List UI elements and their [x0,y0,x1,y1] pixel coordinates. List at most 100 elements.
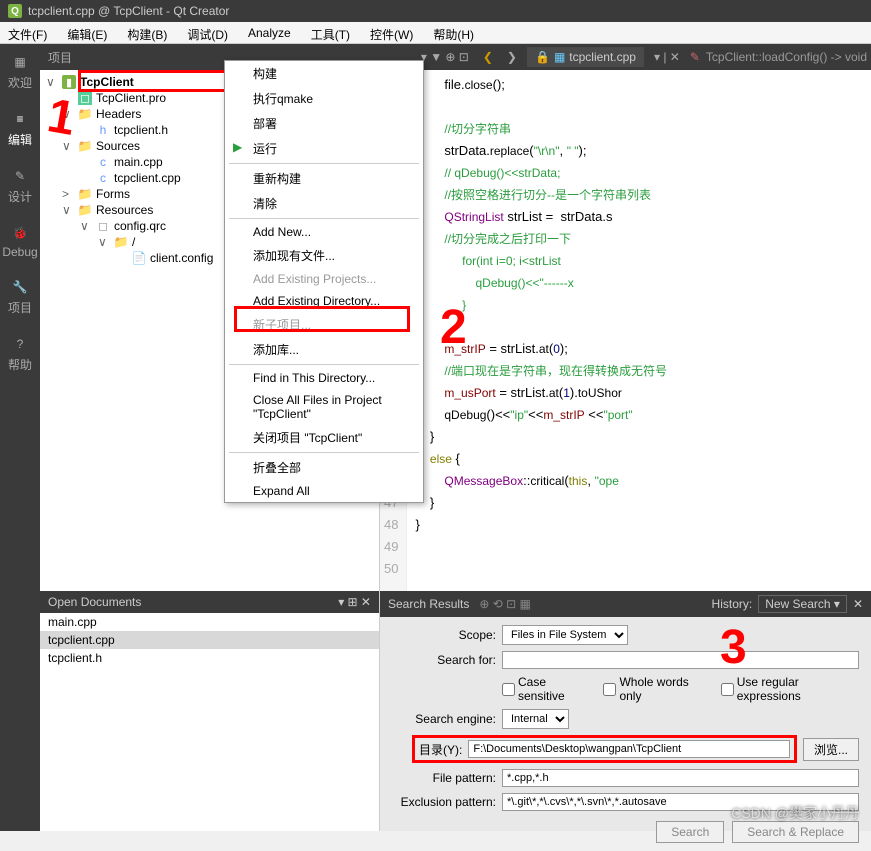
open-docs-list: main.cpptcpclient.cpptcpclient.h [40,613,379,831]
search-button[interactable]: Search [656,821,724,843]
sidebar-item-help[interactable]: ?帮助 [8,334,32,373]
context-menu-item[interactable]: 折叠全部 [225,455,423,480]
code-editor[interactable]: 44454647484950 file.close(); //切分字符串 str… [380,70,871,591]
open-docs-header: Open Documents ▾ ⊞ ✕ [40,591,379,613]
menu-item[interactable]: 工具(T) [307,24,354,41]
project-icon: 🔧 [10,277,30,297]
code-area[interactable]: file.close(); //切分字符串 strData.replace("\… [407,70,675,591]
context-menu-item[interactable]: 重新构建 [225,166,423,191]
tree-label: Sources [96,139,140,153]
history-select[interactable]: New Search ▾ [758,595,847,613]
context-menu-item[interactable]: Add New... [225,221,423,243]
play-icon: ▶ [233,140,242,154]
open-documents-panel: Open Documents ▾ ⊞ ✕ main.cpptcpclient.c… [40,591,380,831]
context-menu-item[interactable]: 添加库... [225,337,423,362]
sidebar-label: 设计 [8,188,32,205]
context-menu-item: 新子项目... [225,312,423,337]
folder-icon: 📁 [78,187,92,201]
scope-select[interactable]: Files in File System [502,625,628,645]
tree-label: / [132,235,135,249]
gear-icon[interactable]: ✎ [690,50,700,64]
sidebar-item-edit[interactable]: ≡编辑 [8,109,32,148]
context-menu-item[interactable]: Close All Files in Project "TcpClient" [225,389,423,425]
menu-item[interactable]: 帮助(H) [429,24,478,41]
pro-icon: ◻ [78,91,92,105]
context-menu-item[interactable]: Find in This Directory... [225,367,423,389]
cpp-icon: c [96,155,110,169]
menu-item[interactable]: 调试(D) [183,24,232,41]
tree-label: Forms [96,187,130,201]
engine-select[interactable]: Internal [502,709,569,729]
file-icon: 📄 [132,251,146,265]
bug-icon: 🐞 [10,223,30,243]
folder-icon: 📁 [78,203,92,217]
nav-back-icon[interactable]: ❮ [479,50,497,64]
tree-label: Resources [96,203,153,217]
watermark: CSDN @樊家小丹丹 [731,803,859,823]
open-doc-item[interactable]: tcpclient.h [40,649,379,667]
context-menu-item[interactable]: ▶运行 [225,136,423,161]
context-menu-item: Add Existing Projects... [225,268,423,290]
project-label: 项目 [48,49,72,66]
nav-fwd-icon[interactable]: ❯ [503,50,521,64]
context-menu-item[interactable]: 清除 [225,191,423,216]
sidebar-item-bug[interactable]: 🐞Debug [2,223,37,259]
tree-label: tcpclient.h [114,123,168,137]
filter-icon[interactable]: ▾ ▼ ⊕ ⊡ [417,50,473,64]
panel-controls[interactable]: ▾ ⊞ ✕ [338,595,371,609]
search-header-icons[interactable]: ⊕ ⟲ ⊡ ▦ [479,597,531,611]
sidebar-label: 欢迎 [8,74,32,91]
whole-words-check[interactable]: Whole words only [603,675,708,703]
context-menu-item[interactable]: 构建 [225,61,423,86]
close-icon[interactable]: ✕ [853,597,863,611]
menu-item[interactable]: 编辑(E) [63,24,111,41]
sidebar-item-grid[interactable]: ▦欢迎 [8,52,32,91]
open-doc-item[interactable]: main.cpp [40,613,379,631]
window-title: tcpclient.cpp @ TcpClient - Qt Creator [28,4,229,18]
lock-icon: 🔒 [535,50,550,64]
tab-close-icon[interactable]: ▾ | ✕ [650,50,684,64]
qrc-icon: ◻ [96,219,110,233]
menu-item[interactable]: 控件(W) [366,24,417,41]
folder-icon: 📁 [78,139,92,153]
menu-item[interactable]: 构建(B) [123,24,171,41]
prefix-icon: 📁 [114,235,128,249]
use-regex-check[interactable]: Use regular expressions [721,675,859,703]
tree-label: tcpclient.cpp [114,171,181,185]
cpp-file-icon: ▦ [554,50,565,64]
breadcrumb[interactable]: TcpClient::loadConfig() -> void [706,50,867,64]
menu-item[interactable]: Analyze [244,24,295,41]
tree-label: client.config [150,251,213,265]
search-replace-button[interactable]: Search & Replace [732,821,859,843]
context-menu-item[interactable]: 添加现有文件... [225,243,423,268]
tree-label: Headers [96,107,141,121]
editor-tab[interactable]: 🔒 ▦ tcpclient.cpp [527,47,644,67]
sidebar-item-design[interactable]: ✎ 设计 [8,166,32,205]
context-menu-item[interactable]: 执行qmake [225,86,423,111]
editor-toolbar: 项目 ▾ ▼ ⊕ ⊡ ❮ ❯ 🔒 ▦ tcpclient.cpp ▾ | ✕ ✎… [40,44,871,70]
context-menu-item[interactable]: Add Existing Directory... [225,290,423,312]
dir-input[interactable] [468,740,790,758]
design-icon: ✎ [10,166,30,186]
context-menu-item[interactable]: 关闭项目 "TcpClient" [225,425,423,450]
context-menu-item[interactable]: 部署 [225,111,423,136]
pattern-label: File pattern: [392,771,496,785]
open-doc-item[interactable]: tcpclient.cpp [40,631,379,649]
pattern-input[interactable] [502,769,859,787]
folder-icon: 📁 [78,107,92,121]
search-header: Search Results ⊕ ⟲ ⊡ ▦ History: New Sear… [380,591,871,617]
search-for-input[interactable] [502,651,859,669]
cpp-icon: c [96,171,110,185]
engine-label: Search engine: [392,712,496,726]
sidebar-item-project[interactable]: 🔧项目 [8,277,32,316]
menu-item[interactable]: 文件(F) [4,24,51,41]
open-docs-title: Open Documents [48,595,141,609]
context-menu-item[interactable]: Expand All [225,480,423,502]
sidebar-label: 帮助 [8,356,32,373]
mode-sidebar: ▦欢迎 ≡编辑 ✎ 设计 🐞Debug 🔧项目 ?帮助 [0,44,40,831]
menu-separator [229,163,419,164]
exclusion-label: Exclusion pattern: [392,795,496,809]
highlight-directory: 目录(Y): [412,735,797,763]
browse-button[interactable]: 浏览... [803,738,859,761]
case-sensitive-check[interactable]: Case sensitive [502,675,591,703]
